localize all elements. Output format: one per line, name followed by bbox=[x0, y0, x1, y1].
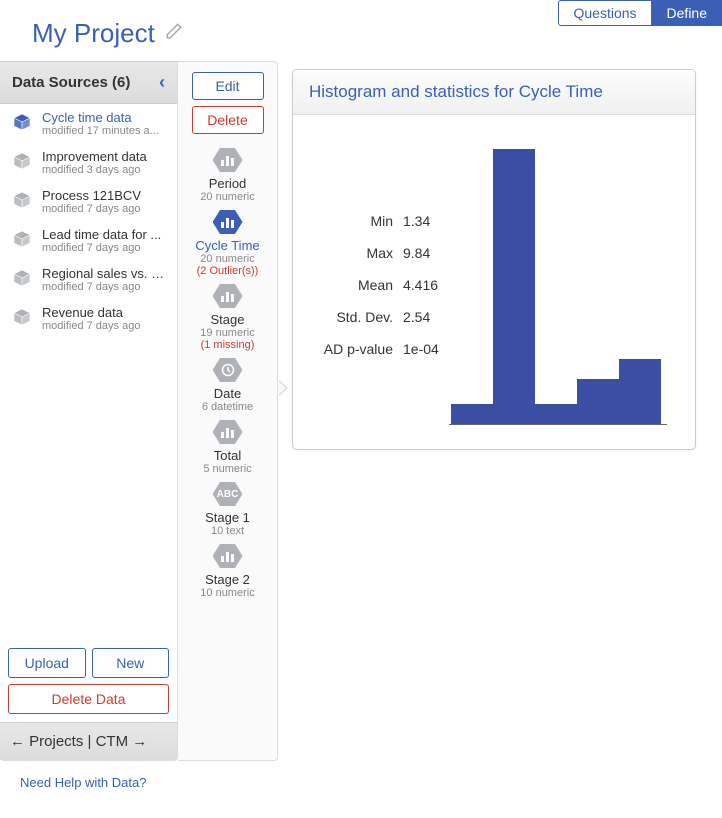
data-source-item[interactable]: Revenue data modified 7 days ago bbox=[0, 299, 177, 338]
cube-icon bbox=[10, 266, 34, 290]
stat-value: 1.34 bbox=[403, 213, 430, 229]
upload-button[interactable]: Upload bbox=[8, 648, 86, 678]
column-meta: 10 numeric bbox=[200, 587, 254, 599]
histogram-bar bbox=[619, 359, 661, 424]
column-item[interactable]: Stage19 numeric(1 missing) bbox=[184, 282, 271, 352]
column-type-icon bbox=[213, 147, 243, 173]
column-type-icon bbox=[213, 283, 243, 309]
data-source-modified: modified 17 minutes a... bbox=[42, 125, 159, 137]
column-type-icon bbox=[213, 419, 243, 445]
stat-value: 4.416 bbox=[403, 277, 438, 293]
data-source-name: Revenue data bbox=[42, 305, 140, 320]
column-meta: 10 text bbox=[211, 525, 244, 537]
column-item[interactable]: ABC Stage 110 text bbox=[184, 480, 271, 538]
cube-icon bbox=[10, 305, 34, 329]
histogram-bar bbox=[493, 149, 535, 424]
column-meta: 19 numeric bbox=[200, 327, 254, 339]
data-source-item[interactable]: Process 121BCV modified 7 days ago bbox=[0, 182, 177, 221]
column-meta: 20 numeric bbox=[200, 253, 254, 265]
pointer-indicator bbox=[279, 380, 288, 396]
column-name: Stage 2 bbox=[205, 572, 250, 587]
sidebar-header: Data Sources (6) ‹ bbox=[0, 61, 177, 104]
columns-panel: Edit Delete Period20 numericCycle Time20… bbox=[178, 61, 278, 761]
stat-label: Std. Dev. bbox=[303, 309, 393, 325]
column-item[interactable]: Period20 numeric bbox=[184, 146, 271, 204]
column-name: Period bbox=[209, 176, 247, 191]
column-type-icon bbox=[213, 209, 243, 235]
data-source-modified: modified 7 days ago bbox=[42, 203, 141, 215]
data-sources-sidebar: Data Sources (6) ‹ Cycle time data modif… bbox=[0, 61, 178, 761]
data-source-name: Lead time data for ... bbox=[42, 227, 161, 242]
data-source-item[interactable]: Improvement data modified 3 days ago bbox=[0, 143, 177, 182]
stat-label: Max bbox=[303, 245, 393, 261]
project-title: My Project bbox=[32, 18, 155, 49]
column-name: Date bbox=[214, 386, 241, 401]
stat-value: 2.54 bbox=[403, 309, 430, 325]
delete-data-button[interactable]: Delete Data bbox=[8, 684, 169, 714]
data-source-name: Regional sales vs. G... bbox=[42, 266, 166, 281]
column-item[interactable]: Date6 datetime bbox=[184, 356, 271, 414]
histogram-bar bbox=[451, 404, 493, 424]
data-source-list: Cycle time data modified 17 minutes a...… bbox=[0, 104, 177, 640]
column-meta: 5 numeric bbox=[203, 463, 251, 475]
content-area: Histogram and statistics for Cycle Time … bbox=[278, 61, 722, 761]
pencil-icon[interactable] bbox=[165, 22, 183, 45]
column-name: Stage bbox=[211, 312, 245, 327]
new-button[interactable]: New bbox=[92, 648, 170, 678]
cube-icon bbox=[10, 188, 34, 212]
stat-label: Min bbox=[303, 213, 393, 229]
chevron-left-icon[interactable]: ‹ bbox=[159, 72, 165, 93]
delete-button[interactable]: Delete bbox=[192, 106, 264, 134]
card-title: Histogram and statistics for Cycle Time bbox=[293, 70, 695, 115]
column-type-icon bbox=[213, 357, 243, 383]
stat-label: AD p-value bbox=[303, 341, 393, 357]
help-link[interactable]: Need Help with Data? bbox=[0, 761, 722, 790]
data-source-modified: modified 7 days ago bbox=[42, 281, 166, 293]
histogram-bar bbox=[535, 404, 577, 424]
sidebar-title: Data Sources (6) bbox=[12, 74, 130, 91]
data-source-modified: modified 3 days ago bbox=[42, 164, 147, 176]
column-item[interactable]: Stage 210 numeric bbox=[184, 542, 271, 600]
data-source-item[interactable]: Lead time data for ... modified 7 days a… bbox=[0, 221, 177, 260]
column-name: Total bbox=[214, 448, 241, 463]
column-name: Stage 1 bbox=[205, 510, 250, 525]
edit-button[interactable]: Edit bbox=[192, 72, 264, 100]
column-meta: 6 datetime bbox=[202, 401, 253, 413]
histogram-chart bbox=[449, 145, 667, 425]
stat-label: Mean bbox=[303, 277, 393, 293]
data-source-item[interactable]: Cycle time data modified 17 minutes a... bbox=[0, 104, 177, 143]
tab-questions[interactable]: Questions bbox=[558, 0, 651, 26]
data-source-item[interactable]: Regional sales vs. G... modified 7 days … bbox=[0, 260, 177, 299]
sidebar-actions: Upload New Delete Data bbox=[0, 640, 177, 722]
data-source-name: Process 121BCV bbox=[42, 188, 141, 203]
data-source-modified: modified 7 days ago bbox=[42, 242, 161, 254]
data-source-name: Cycle time data bbox=[42, 110, 159, 125]
tab-define[interactable]: Define bbox=[652, 0, 722, 26]
column-item[interactable]: Cycle Time20 numeric(2 Outlier(s)) bbox=[184, 208, 271, 278]
column-item[interactable]: Total5 numeric bbox=[184, 418, 271, 476]
data-source-modified: modified 7 days ago bbox=[42, 320, 140, 332]
stat-value: 9.84 bbox=[403, 245, 430, 261]
column-type-icon bbox=[213, 543, 243, 569]
cube-icon bbox=[10, 110, 34, 134]
stats-card: Histogram and statistics for Cycle Time … bbox=[292, 69, 696, 450]
cube-icon bbox=[10, 227, 34, 251]
column-meta: 20 numeric bbox=[200, 191, 254, 203]
top-tabs: Questions Define bbox=[558, 0, 722, 26]
column-type-icon: ABC bbox=[213, 481, 243, 507]
stat-value: 1e-04 bbox=[403, 341, 439, 357]
column-name: Cycle Time bbox=[195, 238, 259, 253]
stats-table: Min 1.34 Max 9.84 Mean 4.416 Std. Dev. 2.54 AD p… bbox=[303, 205, 439, 365]
histogram-bar bbox=[577, 379, 619, 424]
sidebar-footer-nav[interactable]: ← Projects | CTM → bbox=[0, 722, 177, 760]
column-warning: (2 Outlier(s)) bbox=[197, 265, 259, 277]
column-warning: (1 missing) bbox=[201, 339, 255, 351]
data-source-name: Improvement data bbox=[42, 149, 147, 164]
cube-icon bbox=[10, 149, 34, 173]
